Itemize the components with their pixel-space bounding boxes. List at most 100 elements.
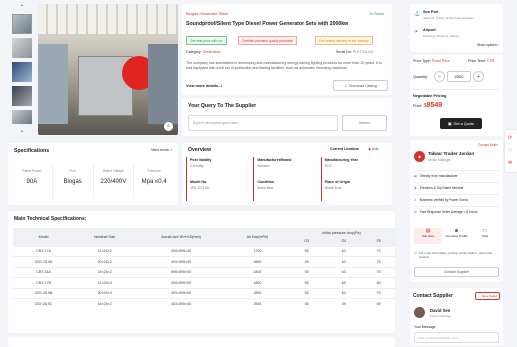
table-cell: 63: [325, 245, 363, 257]
share-icon[interactable]: ⟳: [508, 135, 512, 141]
quantity-stepper[interactable]: − 2000 +: [434, 71, 484, 82]
table-cell: 55: [288, 287, 326, 299]
contact-seller-link[interactable]: Contact Seller: [478, 143, 498, 147]
airport-option[interactable]: ✈ Airport Pingtung, Pingtung, Taiwan: [414, 28, 499, 42]
sea-port-option[interactable]: ⚓ Sea Port Jebel Ali, Dubai, United Arab…: [414, 10, 499, 24]
tab-company-profile-label: Company Profile: [445, 234, 468, 238]
download-catalog-label: Download Catalog: [349, 83, 377, 88]
message-input[interactable]: Write product description here...: [414, 332, 499, 343]
table-cell: 1700: [226, 245, 288, 257]
info-icon: ⓘ: [414, 251, 418, 255]
save-seller-button[interactable]: ♡ Save Seller: [475, 292, 500, 300]
overview-item-value: Brand New: [257, 186, 274, 190]
overview-title: Overview: [188, 147, 212, 153]
spec-value: 90A: [26, 179, 38, 185]
chevron-down-icon[interactable]: ⌄: [18, 127, 26, 134]
overview-item: Place of Origin Middle East: [320, 179, 388, 201]
price-value: 8549: [426, 102, 443, 109]
increment-button[interactable]: +: [473, 71, 484, 82]
table-cell: 75: [362, 245, 395, 257]
info-text: For more information, pricing, customiza…: [419, 251, 493, 260]
chevron-up-icon[interactable]: ⌃: [18, 4, 26, 11]
tab-company-profile[interactable]: ☻ Company Profile: [442, 228, 470, 244]
table-cell: 20×24×4: [74, 287, 136, 299]
price-type-value: Fixed Price: [431, 59, 450, 63]
table-cell: 20×24×2: [74, 256, 136, 267]
tab-chat[interactable]: □ Chat: [471, 228, 499, 244]
table-cell: 55: [288, 277, 326, 288]
tag-best-price: Get best price with us!: [186, 36, 227, 45]
specifications-view-more-link[interactable]: View more..!: [151, 148, 172, 152]
table-row: CBY-28.5B 20×24×4 493×595×95 2850 55 63 75: [13, 287, 395, 299]
table-cell: 75: [362, 287, 395, 299]
seller-feature-text: Premium & Top Rated Member: [419, 186, 464, 190]
heart-icon[interactable]: ♡: [508, 148, 512, 154]
factory-icon: ▤: [414, 174, 418, 178]
more-options-label: More options: [477, 43, 497, 47]
machine-left: [38, 44, 68, 124]
query-input[interactable]: Buyer's description goes here...: [188, 115, 338, 131]
thumbnail-5[interactable]: [12, 110, 32, 124]
product-title: Soundproof/Silent Type Diesel Power Gene…: [186, 21, 349, 27]
crown-icon: ♛: [414, 186, 417, 190]
info-row: ⓘ For more information, pricing, customi…: [414, 251, 499, 259]
table-cell: 55: [288, 266, 326, 278]
col-f5: F5: [362, 237, 395, 246]
more-options-link[interactable]: More options ›: [477, 43, 499, 47]
thumbnail-3[interactable]: [12, 62, 32, 82]
airport-sub: Pingtung, Pingtung, Taiwan: [423, 34, 460, 38]
col-g3: G3: [288, 237, 326, 246]
table-cell: CBY-28.5B: [13, 287, 75, 299]
seller-panel: Contact Seller ◆ Talwar Trader Jordan Se…: [410, 140, 503, 282]
table-cell: CBY-34A: [13, 266, 75, 278]
contact-person-name: David Sen: [430, 308, 451, 313]
negotiable-label: Negotiable Pricing: [413, 94, 447, 98]
seller-feature: ✉ Fast Response Seller Average < 8 Hours: [414, 206, 499, 218]
seller-logo: ◆: [414, 151, 425, 162]
plane-icon: ✈: [414, 29, 419, 35]
overview-item-label: Place of Origin: [324, 180, 351, 184]
table-cell: 55: [288, 298, 326, 309]
floating-toolbar: ⟳ ♡ ✉: [505, 130, 517, 172]
brand-tag[interactable]: Biogas Generator Silent: [186, 11, 228, 16]
main-product-image[interactable]: ⌕: [38, 4, 178, 135]
view-more-details-link[interactable]: View more details...!: [186, 84, 222, 88]
table-cell: 2850: [226, 287, 288, 299]
query-submit-button[interactable]: Submit: [342, 115, 387, 131]
contact-person-role: Senior Manager: [430, 314, 452, 318]
table-cell: 493×595×45: [135, 256, 227, 267]
pricing-panel: Price Type: Fixed Price Price Term: CFR …: [410, 55, 503, 136]
chat-icon[interactable]: ✉: [508, 160, 512, 166]
thumbnail-1[interactable]: [12, 14, 32, 34]
thumbnail-4[interactable]: [12, 86, 32, 106]
table-row: CBY-28.5A 20×24×2 493×595×45 2850 55 63 75: [13, 256, 395, 267]
table-cell: 1800: [226, 277, 288, 288]
table-cell: CBY-28.5C: [13, 298, 75, 309]
category-value[interactable]: Generators: [203, 50, 221, 54]
overview-item-value: Middle East: [324, 186, 342, 190]
get-quote-button[interactable]: ▣ Get a Quote: [440, 118, 482, 129]
spec-value: Mpa ≤0.4: [141, 179, 167, 185]
seller-name[interactable]: Talwar Trader Jordan: [428, 151, 474, 156]
table-cell: 63: [325, 287, 363, 299]
quantity-input[interactable]: 2000: [447, 71, 471, 82]
get-quote-label: Get a Quote: [453, 121, 475, 126]
specifications-grid: Rated Power 90A Fuel Biogas Rated Voltag…: [12, 165, 174, 199]
zoom-icon[interactable]: ⌕: [164, 122, 173, 131]
overview-item-label: Model No.: [190, 180, 208, 184]
thumbnail-2[interactable]: [12, 38, 32, 58]
factory-roof: [38, 4, 178, 34]
contact-supplier-button[interactable]: Contact Supplier: [414, 267, 499, 277]
overview-item-value: 3 monthly: [190, 164, 204, 168]
download-catalog-button[interactable]: ⇩ Download Catalog: [333, 80, 388, 91]
overview-item-label: Post Validity: [190, 158, 212, 162]
current-location-value: Asia: [371, 147, 379, 151]
tab-ask-here-label: Ask Here: [421, 234, 435, 238]
product-description: The company has specialized in developin…: [186, 61, 382, 70]
table-cell: 493×595×95: [135, 287, 227, 299]
decrement-button[interactable]: −: [434, 71, 445, 82]
col-model: Model: [13, 228, 75, 246]
spec-item: Pressure Mpa ≤0.4: [134, 165, 174, 199]
tech-spec-title: Main Technical Specifications:: [14, 216, 87, 222]
tab-ask-here[interactable]: ▤ Ask Here: [414, 228, 443, 244]
